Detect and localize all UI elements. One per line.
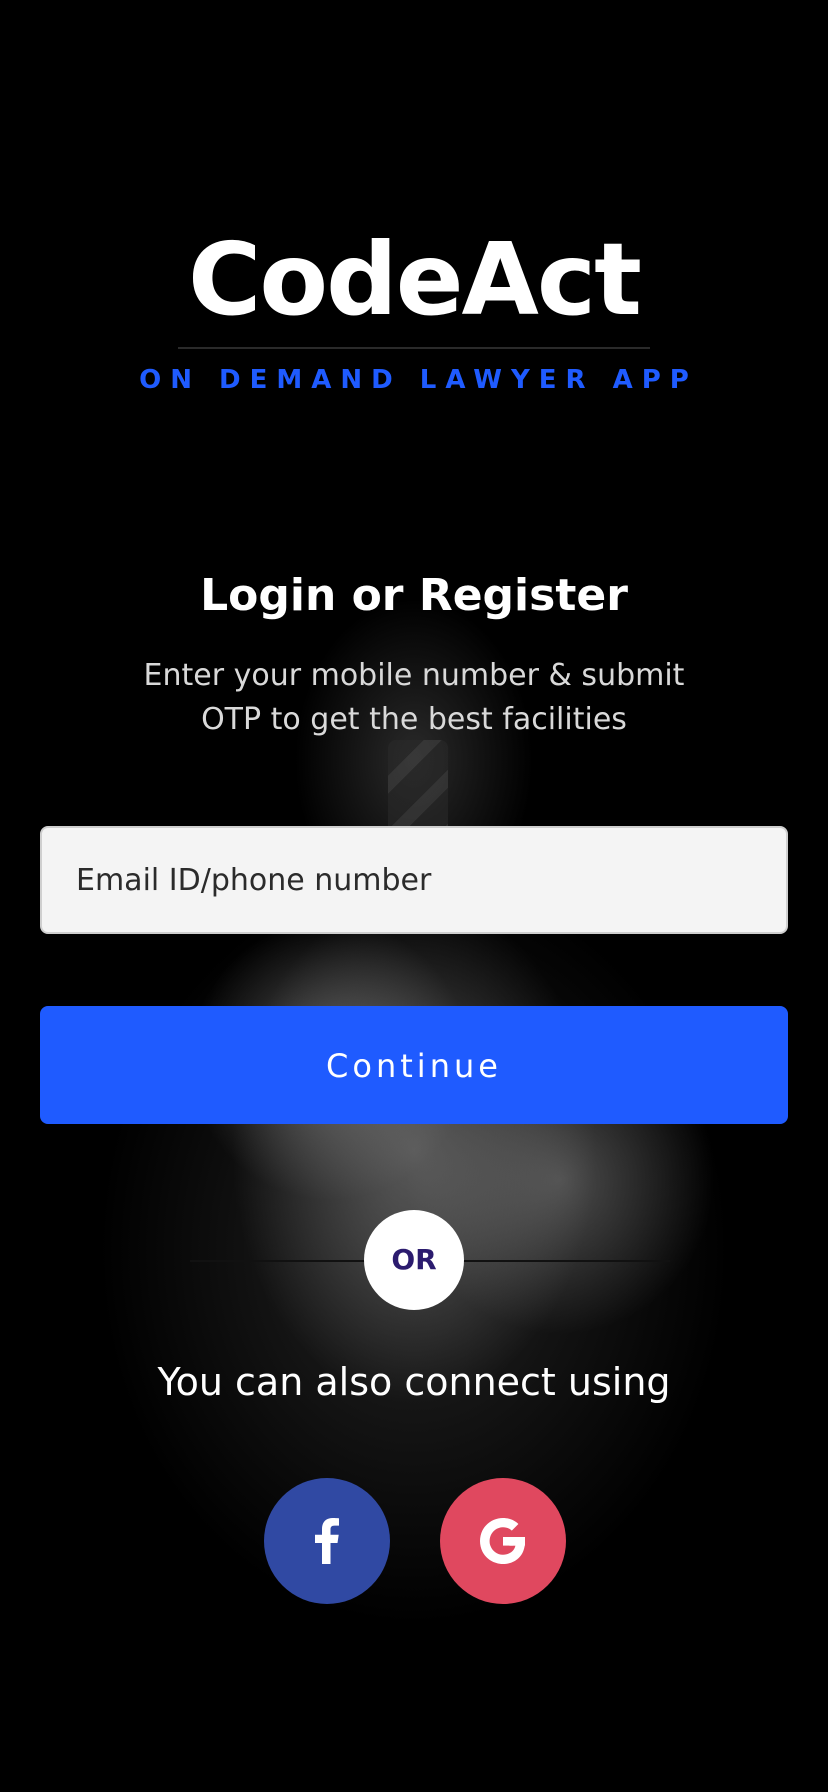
email-phone-input[interactable] xyxy=(42,828,786,932)
google-login-button[interactable] xyxy=(440,1478,566,1604)
app-tagline: ON DEMAND LAWYER APP xyxy=(139,365,698,395)
facebook-icon xyxy=(315,1518,339,1564)
continue-button[interactable]: Continue xyxy=(40,1006,788,1124)
email-phone-field-container xyxy=(40,826,788,934)
facebook-login-button[interactable] xyxy=(264,1478,390,1604)
page-subtitle: Enter your mobile number & submit OTP to… xyxy=(143,658,685,737)
or-badge: OR xyxy=(364,1210,464,1310)
app-logo: CodeAct ON DEMAND LAWYER APP xyxy=(0,221,828,396)
google-icon xyxy=(480,1518,526,1564)
page-title: Login or Register xyxy=(200,570,628,621)
app-title: CodeAct xyxy=(188,221,642,338)
logo-divider xyxy=(178,347,650,349)
social-connect-text: You can also connect using xyxy=(157,1360,671,1404)
